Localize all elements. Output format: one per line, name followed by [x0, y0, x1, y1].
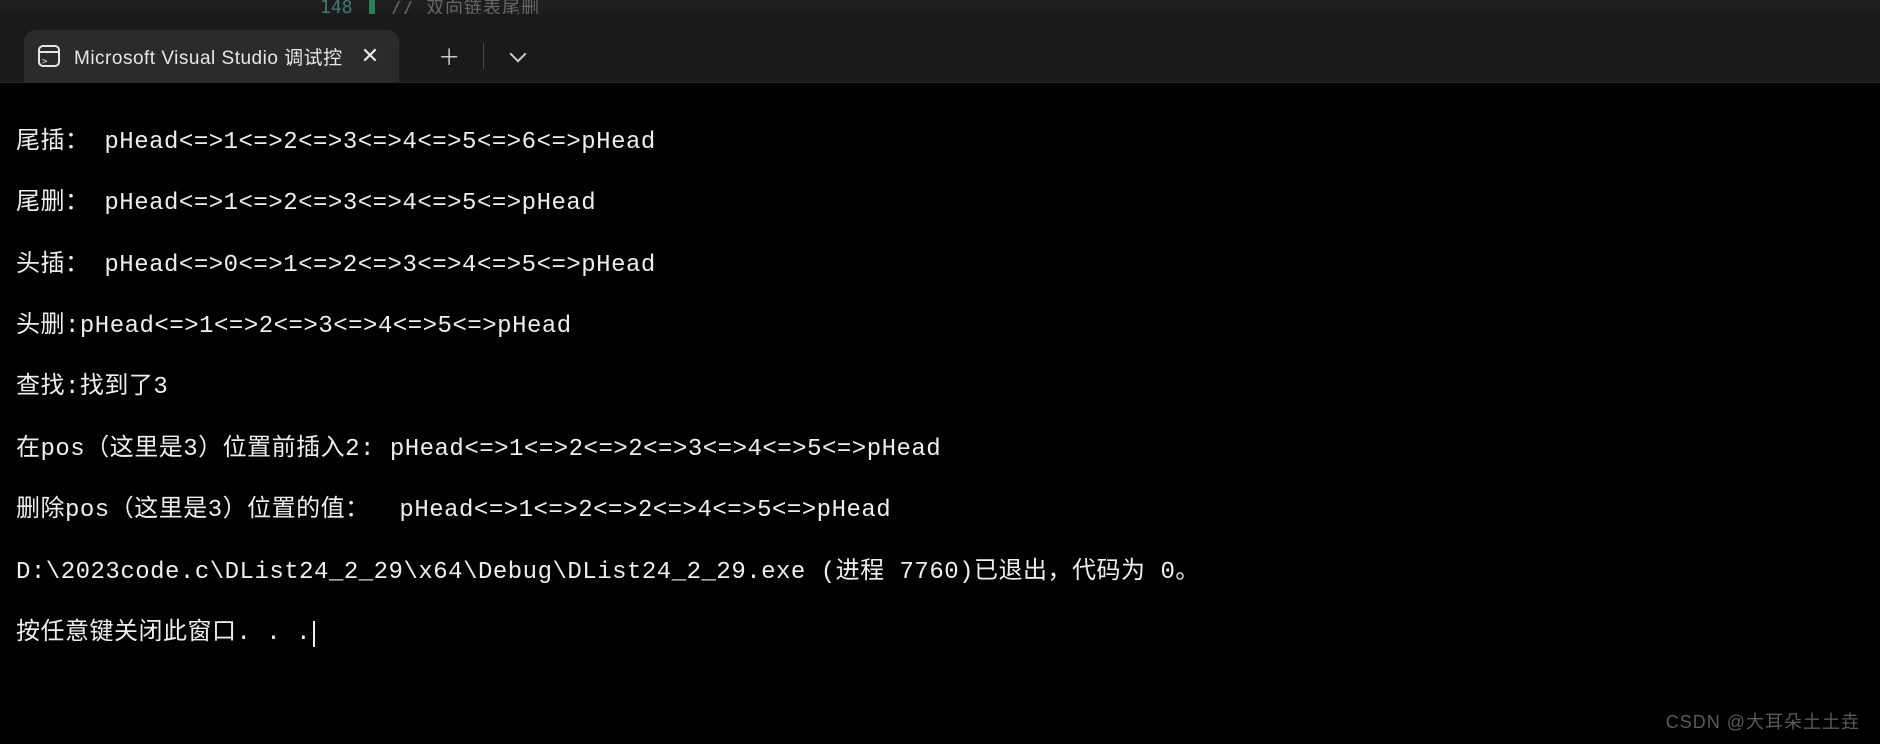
code-comment: // 双向链表尾删 — [391, 0, 541, 14]
terminal-tab-bar: Microsoft Visual Studio 调试控 ✕ ＋ — [0, 14, 1880, 82]
console-line: D:\2023code.c\DList24_2_29\x64\Debug\DLi… — [16, 558, 1864, 589]
tab-dropdown-button[interactable] — [496, 34, 540, 78]
editor-background-strip: 148 // 双向链表尾删 — [0, 0, 1880, 14]
tab-bar-actions: ＋ — [399, 30, 540, 82]
console-line: 尾插： pHead<=>1<=>2<=>3<=>4<=>5<=>6<=>pHea… — [16, 128, 1864, 159]
console-output[interactable]: 尾插： pHead<=>1<=>2<=>3<=>4<=>5<=>6<=>pHea… — [0, 82, 1880, 744]
prompt-text: 按任意键关闭此窗口. . . — [16, 620, 311, 647]
close-tab-button[interactable]: ✕ — [357, 43, 383, 69]
console-line: 头插： pHead<=>0<=>1<=>2<=>3<=>4<=>5<=>pHea… — [16, 251, 1864, 282]
chevron-down-icon — [511, 49, 525, 63]
console-line: 头删:pHead<=>1<=>2<=>3<=>4<=>5<=>pHead — [16, 312, 1864, 343]
new-tab-button[interactable]: ＋ — [427, 34, 471, 78]
text-cursor — [313, 621, 315, 647]
divider — [483, 43, 484, 69]
console-line: 删除pos（这里是3）位置的值： pHead<=>1<=>2<=>2<=>4<=… — [16, 496, 1864, 527]
watermark-text: CSDN @大耳朵土土垚 — [1666, 708, 1860, 734]
tab-title: Microsoft Visual Studio 调试控 — [74, 43, 343, 70]
console-line: 查找:找到了3 — [16, 373, 1864, 404]
active-terminal-tab[interactable]: Microsoft Visual Studio 调试控 ✕ — [24, 30, 399, 82]
console-prompt-line: 按任意键关闭此窗口. . . — [16, 619, 1864, 650]
console-line: 在pos（这里是3）位置前插入2: pHead<=>1<=>2<=>2<=>3<… — [16, 435, 1864, 466]
line-number: 148 — [320, 0, 353, 14]
gutter-change-bar — [369, 0, 375, 14]
console-line: 尾删： pHead<=>1<=>2<=>3<=>4<=>5<=>pHead — [16, 189, 1864, 220]
terminal-icon — [38, 45, 60, 67]
